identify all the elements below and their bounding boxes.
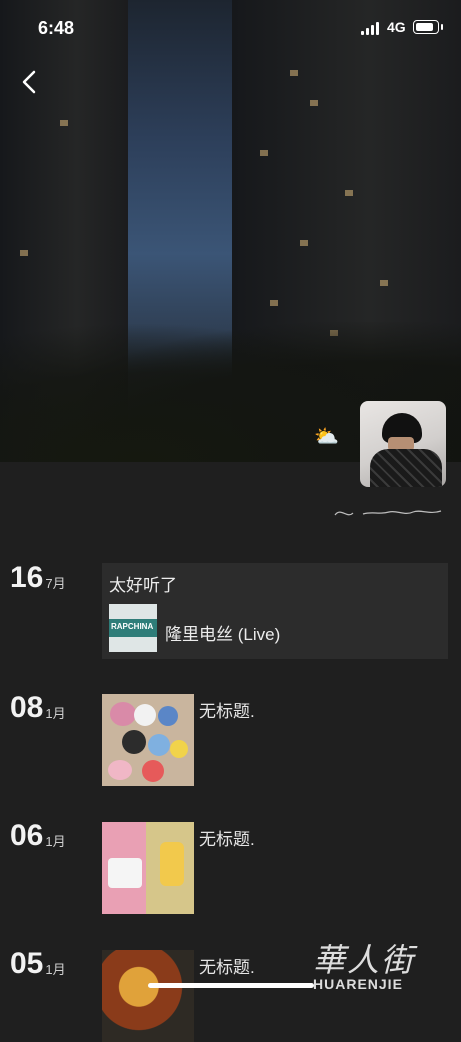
post-date: 08 1月	[10, 693, 66, 723]
date-day: 05	[10, 947, 44, 980]
date-day: 08	[10, 691, 44, 724]
date-day: 06	[10, 819, 44, 852]
song-title: 隆里电丝 (Live)	[165, 625, 281, 644]
status-bar: 6:48 4G	[0, 0, 461, 56]
back-button[interactable]	[18, 68, 42, 96]
home-indicator[interactable]	[148, 983, 314, 988]
date-month: 1月	[45, 706, 66, 721]
weather-icon: ⛅	[314, 426, 339, 448]
watermark-logo: 華人街 HUARENJIE	[313, 935, 453, 997]
post-photo-thumbnail[interactable]	[102, 822, 194, 914]
date-day: 16	[10, 561, 44, 594]
album-art-text: RAPCHINA	[111, 622, 154, 631]
post-text: 无标题.	[199, 958, 255, 977]
post-text: 无标题.	[199, 830, 255, 849]
watermark-latin: HUARENJIE	[313, 976, 403, 992]
date-month: 1月	[45, 962, 66, 977]
date-month: 7月	[45, 576, 66, 591]
signature-doodle	[334, 510, 442, 516]
watermark-chinese: 華人街	[313, 941, 416, 979]
post-date: 16 7月	[10, 563, 66, 593]
post-date: 05 1月	[10, 949, 66, 979]
post-photo-thumbnail[interactable]	[102, 950, 194, 1042]
post-text: 太好听了	[109, 576, 177, 595]
post-date: 06 1月	[10, 821, 66, 851]
avatar[interactable]	[360, 401, 446, 487]
chevron-left-icon	[22, 70, 36, 94]
status-time: 6:48	[38, 18, 75, 38]
network-label: 4G	[387, 19, 406, 35]
cover-photo[interactable]	[0, 0, 461, 462]
post-photo-thumbnail[interactable]	[102, 694, 194, 786]
date-month: 1月	[45, 834, 66, 849]
battery-icon	[413, 20, 443, 34]
music-share-card[interactable]: 太好听了 RAPCHINA 隆里电丝 (Live)	[102, 563, 448, 659]
post-text: 无标题.	[199, 702, 255, 721]
album-art: RAPCHINA	[109, 604, 157, 652]
signal-icon	[361, 22, 379, 35]
